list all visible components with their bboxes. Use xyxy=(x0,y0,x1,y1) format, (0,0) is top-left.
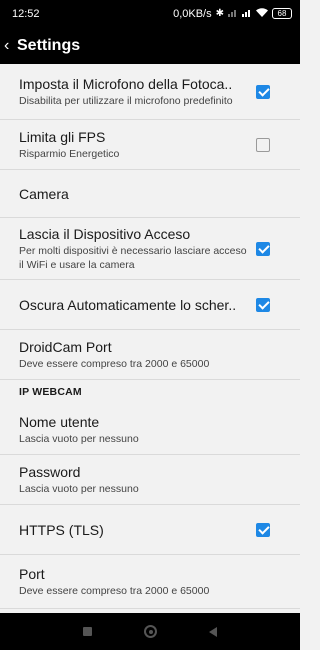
pref-summary: Lascia vuoto per nessuno xyxy=(19,483,139,495)
signal-icon xyxy=(228,8,238,20)
pref-username[interactable]: Nome utente Lascia vuoto per nessuno xyxy=(0,405,300,455)
https-tls-checkbox[interactable] xyxy=(256,522,270,537)
net-speed: 0,0KB/s xyxy=(173,7,212,20)
pref-text: Port Deve essere compreso tra 2000 e 650… xyxy=(19,565,252,598)
app-bar: ‹ Settings xyxy=(0,27,300,64)
pref-summary: Risparmio Energetico xyxy=(19,148,120,160)
keep-awake-checkbox[interactable] xyxy=(256,241,270,256)
pref-text: Nome utente Lascia vuoto per nessuno xyxy=(19,413,252,446)
pref-text: HTTPS (TLS) xyxy=(19,521,252,539)
pref-title: Oscura Automaticamente lo scher.. xyxy=(19,296,237,313)
pref-summary: Deve essere compreso tra 2000 e 65000 xyxy=(19,585,210,597)
pref-title: Nome utente xyxy=(19,414,100,430)
recents-square-icon[interactable] xyxy=(83,627,92,636)
category-label: IP WEBCAM xyxy=(19,386,82,398)
camera-microphone-checkbox[interactable] xyxy=(256,84,270,99)
pref-text: Imposta il Microfono della Fotoca.. Disa… xyxy=(19,75,252,108)
page-title: Settings xyxy=(17,36,81,54)
bluetooth-icon: ✱ xyxy=(215,7,224,19)
pref-droidcam-port[interactable]: DroidCam Port Deve essere compreso tra 2… xyxy=(0,330,300,380)
pref-summary: Disabilita per utilizzare il microfono p… xyxy=(19,95,233,107)
pref-text: Camera xyxy=(19,185,252,203)
status-icons: 0,0KB/s ✱ 68 xyxy=(173,8,292,20)
pref-keep-device-awake[interactable]: Lascia il Dispositivo Acceso Per molti d… xyxy=(0,218,300,280)
navigation-bar xyxy=(0,613,300,650)
pref-title: Lascia il Dispositivo Acceso xyxy=(19,226,191,242)
pref-limit-fps[interactable]: Limita gli FPS Risparmio Energetico xyxy=(0,120,300,170)
signal-icon-2 xyxy=(242,8,252,20)
pref-title: Password xyxy=(19,464,81,480)
settings-list[interactable]: Imposta il Microfono della Fotoca.. Disa… xyxy=(0,64,300,613)
pref-text: Lascia il Dispositivo Acceso Per molti d… xyxy=(19,225,252,272)
pref-title: Imposta il Microfono della Fotoca.. xyxy=(19,76,233,92)
pref-title: HTTPS (TLS) xyxy=(19,521,104,538)
pref-camera-microphone[interactable]: Imposta il Microfono della Fotoca.. Disa… xyxy=(0,64,300,120)
battery-icon: 68 xyxy=(272,8,292,19)
pref-text: DroidCam Port Deve essere compreso tra 2… xyxy=(19,338,252,371)
auto-dim-checkbox[interactable] xyxy=(256,297,270,312)
pref-title: Port xyxy=(19,566,45,582)
pref-text: Oscura Automaticamente lo scher.. xyxy=(19,296,252,314)
pref-title: Limita gli FPS xyxy=(19,129,106,145)
pref-summary: Lascia vuoto per nessuno xyxy=(19,433,139,445)
pref-auto-dim-screen[interactable]: Oscura Automaticamente lo scher.. xyxy=(0,280,300,330)
pref-summary: Per molti dispositivi è necessario lasci… xyxy=(19,245,247,271)
pref-title: Camera xyxy=(19,185,69,202)
limit-fps-checkbox[interactable] xyxy=(256,137,270,152)
pref-https-tls[interactable]: HTTPS (TLS) xyxy=(0,505,300,555)
back-chevron-icon[interactable]: ‹ xyxy=(4,37,14,54)
pref-password[interactable]: Password Lascia vuoto per nessuno xyxy=(0,455,300,505)
pref-title: DroidCam Port xyxy=(19,339,112,355)
category-ip-webcam: IP WEBCAM xyxy=(0,380,300,405)
pref-camera[interactable]: Camera xyxy=(0,170,300,218)
pref-text: Password Lascia vuoto per nessuno xyxy=(19,463,252,496)
status-time: 12:52 xyxy=(12,7,40,20)
wifi-icon xyxy=(256,7,268,20)
back-triangle-icon[interactable] xyxy=(209,626,217,637)
pref-port[interactable]: Port Deve essere compreso tra 2000 e 650… xyxy=(0,555,300,609)
pref-text: Limita gli FPS Risparmio Energetico xyxy=(19,128,252,161)
pref-summary: Deve essere compreso tra 2000 e 65000 xyxy=(19,358,210,370)
home-circle-icon[interactable] xyxy=(144,625,157,638)
status-bar: 12:52 0,0KB/s ✱ 68 xyxy=(0,0,300,27)
